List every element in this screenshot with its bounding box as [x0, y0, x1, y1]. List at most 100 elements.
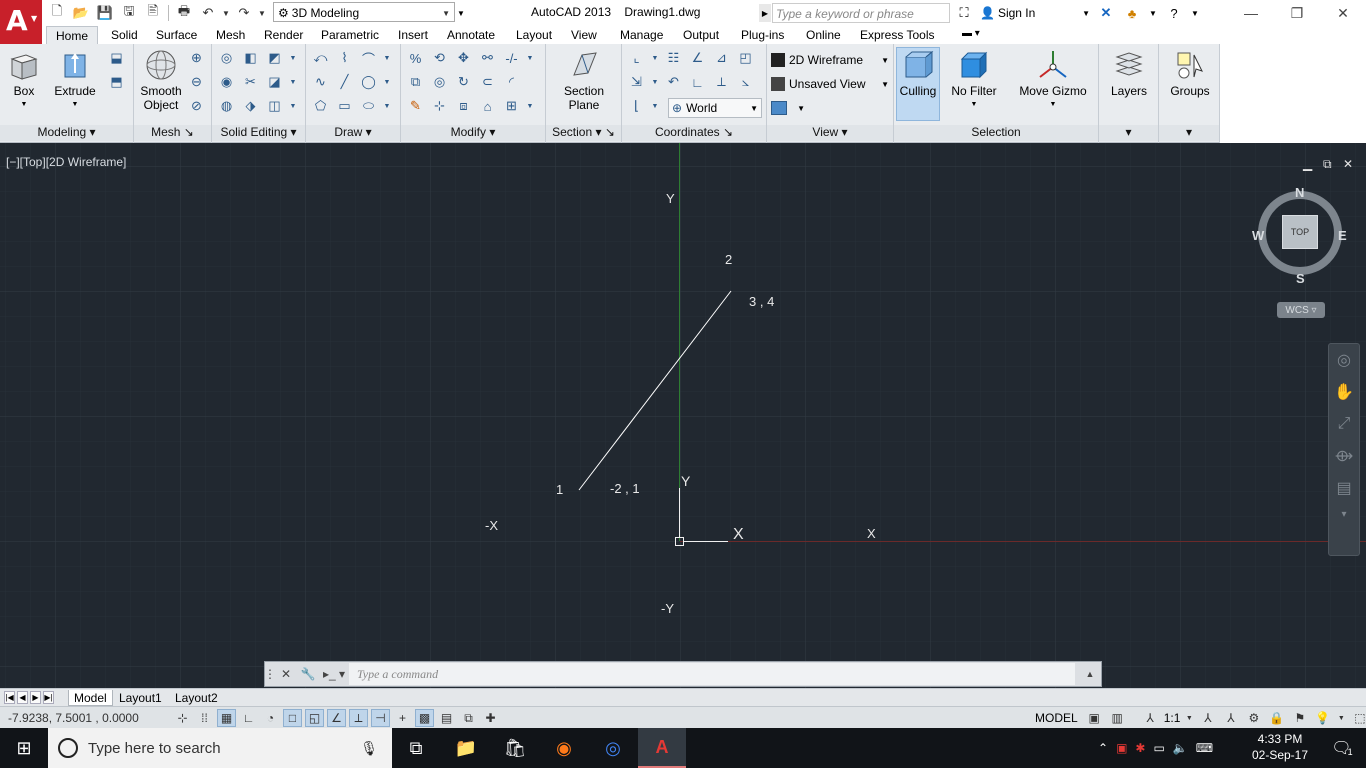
layers-expand-button[interactable]: ▾ [1099, 125, 1158, 141]
chevron-down-icon[interactable]: ▼ [382, 48, 392, 68]
refine-mesh-icon[interactable]: ⊘ [186, 96, 207, 116]
command-history-button[interactable]: ▲ [1079, 662, 1101, 686]
chevron-down-icon[interactable]: ▼ [1190, 3, 1200, 23]
grid-display-icon[interactable]: ▦ [217, 709, 236, 727]
fillet-icon[interactable]: % [405, 48, 426, 68]
3d-move-icon[interactable]: ✥ [453, 48, 474, 68]
union-icon[interactable]: ◎ [216, 48, 237, 68]
extrude-button[interactable]: Extrude ▼ [52, 48, 98, 112]
auto-scale-icon[interactable]: ⅄ [1221, 709, 1240, 727]
search-expand-button[interactable]: ▶ [759, 4, 771, 22]
dynamic-input-icon[interactable]: ⊣ [371, 709, 390, 727]
shell-icon[interactable]: ◫ [264, 96, 285, 116]
layout-tab-layout2[interactable]: Layout2 [170, 690, 223, 706]
ucs-x-icon[interactable]: ∟ [687, 72, 708, 92]
extract-edges-icon[interactable]: ◩ [264, 48, 285, 68]
chevron-down-icon[interactable]: ▼ [288, 48, 298, 68]
object-snap-icon[interactable]: □ [283, 709, 302, 727]
ucs-named-icon[interactable]: ☷ [663, 48, 684, 68]
viewport-config-select[interactable]: ▼ [771, 98, 805, 118]
undo-dropdown-icon[interactable]: ▼ [221, 3, 231, 23]
layout-tab-layout1[interactable]: Layout1 [114, 690, 167, 706]
prev-layout-icon[interactable]: ◀ [17, 691, 28, 704]
quick-properties-icon[interactable]: ▤ [437, 709, 456, 727]
3d-array-icon[interactable]: ◎ [429, 72, 450, 92]
separate-icon[interactable]: ◧ [240, 48, 261, 68]
chevron-down-icon[interactable]: ▼ [382, 72, 392, 92]
copy-icon[interactable]: ⧉ [405, 72, 426, 92]
viewport-restore-button[interactable]: ⧉ [1323, 157, 1332, 172]
panel-title[interactable]: Selection [894, 125, 1098, 141]
ucs-world-icon[interactable]: ∠ [687, 48, 708, 68]
hardware-acceleration-icon[interactable]: ⚑ [1290, 709, 1309, 727]
chevron-down-icon[interactable]: ▼ [525, 48, 535, 68]
search-input[interactable]: Type a keyword or phrase [772, 3, 950, 23]
zoom-extents-icon[interactable]: ⤢ [1329, 408, 1359, 440]
show-hidden-icons-icon[interactable]: ⌃ [1098, 741, 1108, 755]
drawing-viewport[interactable]: [−][Top][2D Wireframe] ▁ ⧉ ✕ Y 2 3 , 4 1… [0, 143, 1366, 688]
named-view-select[interactable]: Unsaved View ▼ [771, 74, 889, 94]
tab-annotate[interactable]: Annotate [447, 26, 495, 44]
align-icon[interactable]: ⚯ [477, 48, 498, 68]
smooth-less-icon[interactable]: ⊖ [186, 72, 207, 92]
ucs-z-icon[interactable]: ⟂ [711, 72, 732, 92]
visual-style-select[interactable]: 2D Wireframe ▼ [771, 50, 889, 70]
polygon-icon[interactable]: ⬠ [310, 96, 331, 116]
smooth-object-button[interactable]: Smooth Object [138, 48, 184, 112]
annotation-scale-value[interactable]: 1:1 [1164, 711, 1181, 725]
exchange-apps-icon[interactable]: ✕ [1096, 3, 1116, 23]
layers-button[interactable]: Layers [1107, 48, 1151, 98]
application-menu-button[interactable]: A ▼ [0, 0, 42, 44]
annotation-scale-icon[interactable]: ⅄ [1141, 709, 1160, 727]
erase-icon[interactable]: ✎ [405, 96, 426, 116]
tab-surface[interactable]: Surface [156, 26, 197, 44]
first-layout-icon[interactable]: |◀ [4, 691, 15, 704]
tab-layout[interactable]: Layout [516, 26, 552, 44]
tab-home[interactable]: Home [46, 26, 99, 44]
chevron-down-icon[interactable]: ▼ [650, 96, 660, 116]
slice-icon[interactable]: ✂ [240, 72, 261, 92]
chevron-down-icon[interactable]: ▼ [650, 48, 660, 68]
windows-start-icon[interactable]: ⊞ [0, 728, 48, 768]
firefox-icon[interactable]: ◉ [540, 728, 588, 768]
ucs-icon-display-icon[interactable]: ⌊ [626, 96, 647, 116]
open-file-icon[interactable]: 📂 [70, 3, 92, 23]
panel-title[interactable]: Mesh ↘ [134, 125, 211, 141]
chevron-down-icon[interactable]: ▼ [1336, 709, 1346, 727]
undo-icon[interactable]: ↶ [197, 3, 219, 23]
viewport-minimize-button[interactable]: ▁ [1303, 157, 1312, 171]
redo-icon[interactable]: ↷ [233, 3, 255, 23]
redo-dropdown-icon[interactable]: ▼ [257, 3, 267, 23]
wrench-icon[interactable]: 🔧 [297, 662, 319, 686]
ucs-view-icon[interactable]: ◰ [735, 48, 756, 68]
sign-in-button[interactable]: 👤 Sign In ▼ [980, 6, 1090, 20]
transparency-icon[interactable]: ▩ [415, 709, 434, 727]
tray-app-icon[interactable]: ▣ [1116, 741, 1127, 755]
quick-view-layouts-icon[interactable]: ▣ [1085, 709, 1104, 727]
taskbar-clock[interactable]: 4:33 PM 02-Sep-17 [1250, 731, 1310, 763]
pan-icon[interactable]: ✋ [1329, 376, 1359, 408]
plot-icon[interactable]: 🖹 [142, 3, 164, 23]
chevron-down-icon[interactable]: ▼ [288, 72, 298, 92]
box-button[interactable]: Box ▼ [4, 48, 44, 112]
compass-east[interactable]: E [1338, 228, 1347, 243]
section-plane-button[interactable]: Section Plane [560, 48, 608, 112]
quick-view-drawings-icon[interactable]: ▥ [1108, 709, 1127, 727]
extrude-faces-icon[interactable]: ◪ [264, 72, 285, 92]
lineweight-icon[interactable]: + [393, 709, 412, 727]
save-as-icon[interactable]: 🖫 [118, 3, 140, 23]
last-layout-icon[interactable]: ▶| [43, 691, 54, 704]
subtract-icon[interactable]: ◉ [216, 72, 237, 92]
ucs-icon[interactable]: ⌞ [626, 48, 647, 68]
arc-icon[interactable]: ⌒ [358, 48, 379, 68]
tab-render[interactable]: Render [264, 26, 303, 44]
viewcube-top-face[interactable]: TOP [1282, 215, 1318, 249]
close-icon[interactable]: ✕ [275, 662, 297, 686]
task-view-icon[interactable]: ⧉ [392, 728, 440, 768]
new-file-icon[interactable]: 🗋 [46, 3, 68, 23]
ucs-origin-icon[interactable]: ⇲ [626, 72, 647, 92]
layout-tab-model[interactable]: Model [68, 690, 113, 706]
smooth-more-icon[interactable]: ⊕ [186, 48, 207, 68]
interfere-icon[interactable]: ⬗ [240, 96, 261, 116]
keyboard-icon[interactable]: ⌨ [1196, 741, 1213, 755]
